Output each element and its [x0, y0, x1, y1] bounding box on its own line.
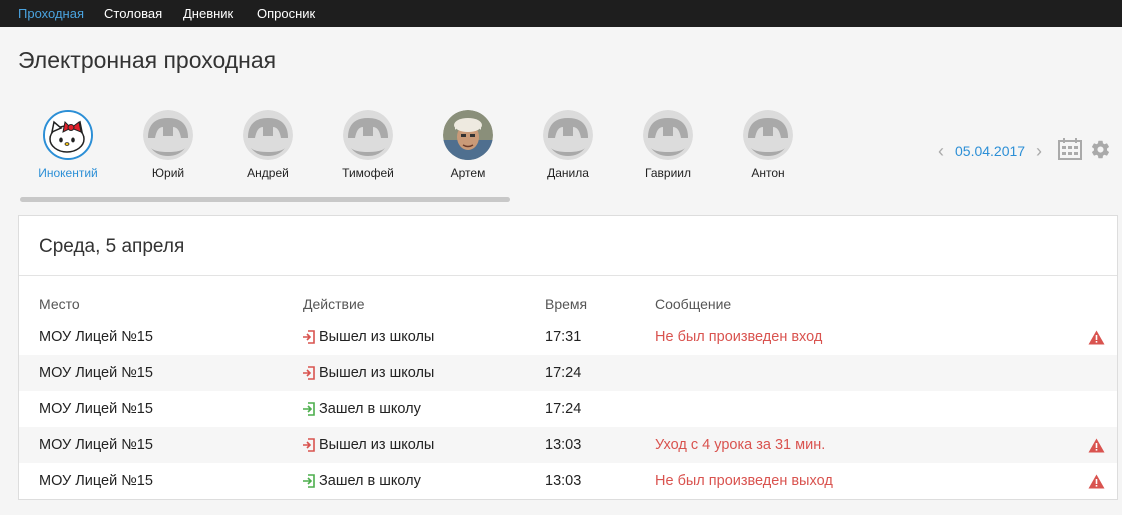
- nav-item-oprosnik[interactable]: Опросник: [257, 6, 315, 21]
- place-cell: МОУ Лицей №15: [39, 473, 153, 489]
- horizontal-scrollbar[interactable]: [20, 197, 510, 202]
- warning-icon: [1088, 474, 1105, 489]
- place-cell: МОУ Лицей №15: [39, 365, 153, 381]
- time-cell: 17:24: [545, 401, 582, 417]
- student-name: Артем: [450, 166, 486, 180]
- student-name: Антон: [751, 166, 785, 180]
- student-item[interactable]: Юрий: [118, 110, 218, 190]
- student-item[interactable]: Гавриил: [618, 110, 718, 190]
- avatar: [43, 110, 93, 160]
- gear-icon[interactable]: [1090, 139, 1111, 160]
- page-title: Электронная проходная: [18, 47, 277, 73]
- student-item[interactable]: Антон: [718, 110, 818, 190]
- events-panel: Среда, 5 апреля Место Действие Время Соо…: [18, 215, 1118, 500]
- column-header-message: Сообщение: [655, 296, 732, 312]
- action-cell: Вышел из школы: [319, 365, 435, 381]
- warning-icon: [1088, 330, 1105, 345]
- date-next-button[interactable]: ›: [1036, 141, 1042, 162]
- message-cell: Не был произведен выход: [655, 473, 833, 489]
- nav-item-prokhodnaya[interactable]: Проходная: [18, 6, 84, 21]
- avatar: [243, 110, 293, 160]
- time-cell: 13:03: [545, 437, 582, 453]
- student-name: Юрий: [151, 166, 185, 180]
- student-name: Гавриил: [645, 166, 691, 180]
- avatar: [443, 110, 493, 160]
- time-cell: 17:24: [545, 365, 582, 381]
- column-header-action: Действие: [303, 296, 365, 312]
- student-item[interactable]: Андрей: [218, 110, 318, 190]
- exit-icon: [302, 330, 316, 344]
- table-row: МОУ Лицей №15 Вышел из школы 13:03 Уход с 4…: [19, 427, 1117, 463]
- enter-icon: [302, 474, 316, 488]
- avatar: [543, 110, 593, 160]
- date-value[interactable]: 05.04.2017: [955, 143, 1025, 159]
- warning-icon: [1088, 438, 1105, 453]
- table-row: МОУ Лицей №15 Зашел в школу 13:03 Не был пр…: [19, 463, 1117, 499]
- calendar-icon[interactable]: [1058, 138, 1082, 160]
- panel-header: Среда, 5 апреля: [19, 216, 1117, 276]
- exit-icon: [302, 438, 316, 452]
- time-cell: 13:03: [545, 473, 582, 489]
- top-nav: Проходная Столовая Дневник Опросник: [0, 0, 1122, 27]
- message-cell: Уход с 4 урока за 31 мин.: [655, 437, 826, 453]
- message-cell: Не был произведен вход: [655, 329, 823, 345]
- table-row: МОУ Лицей №15 Вышел из школы 17:24: [19, 355, 1117, 391]
- place-cell: МОУ Лицей №15: [39, 329, 153, 345]
- student-name: Инокентий: [38, 166, 98, 180]
- student-item[interactable]: Тимофей: [318, 110, 418, 190]
- time-cell: 17:31: [545, 329, 582, 345]
- avatar: [743, 110, 793, 160]
- place-cell: МОУ Лицей №15: [39, 401, 153, 417]
- enter-icon: [302, 402, 316, 416]
- student-item[interactable]: Данила: [518, 110, 618, 190]
- table-row: МОУ Лицей №15 Зашел в школу 17:24: [19, 391, 1117, 427]
- table-row: МОУ Лицей №15 Вышел из школы 17:31 Не был п…: [19, 319, 1117, 355]
- action-cell: Вышел из школы: [319, 437, 435, 453]
- student-name: Тимофей: [342, 166, 394, 180]
- student-item[interactable]: Артем: [418, 110, 518, 190]
- student-name: Андрей: [247, 166, 289, 180]
- exit-icon: [302, 366, 316, 380]
- date-prev-button[interactable]: ‹: [938, 141, 944, 162]
- nav-item-dnevnik[interactable]: Дневник: [183, 6, 233, 21]
- avatar: [643, 110, 693, 160]
- action-cell: Зашел в школу: [319, 401, 421, 417]
- action-cell: Вышел из школы: [319, 329, 435, 345]
- day-heading: Среда, 5 апреля: [39, 236, 185, 257]
- student-name: Данила: [547, 166, 589, 180]
- column-header-time: Время: [545, 296, 588, 312]
- nav-item-stolovaya[interactable]: Столовая: [104, 6, 162, 21]
- avatar: [343, 110, 393, 160]
- student-item[interactable]: Инокентий: [18, 110, 118, 190]
- column-header-place: Место: [39, 296, 80, 312]
- action-cell: Зашел в школу: [319, 473, 421, 489]
- avatar: [143, 110, 193, 160]
- place-cell: МОУ Лицей №15: [39, 437, 153, 453]
